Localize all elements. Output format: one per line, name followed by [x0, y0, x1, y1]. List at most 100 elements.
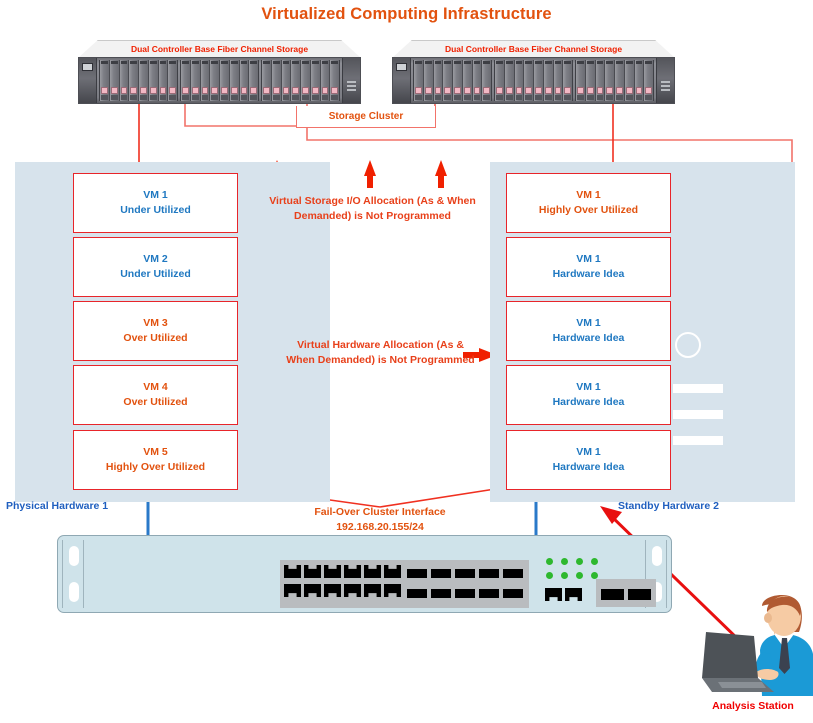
- hardware-allocation-annotation: Virtual Hardware Allocation (As & When D…: [286, 339, 475, 366]
- rj45-port[interactable]: [304, 584, 321, 597]
- rj45-port[interactable]: [284, 584, 301, 597]
- uplink-port[interactable]: [565, 588, 582, 601]
- vm-name: VM 1: [576, 446, 601, 458]
- vm-box-right-4[interactable]: VM 1 Hardware Idea: [506, 365, 671, 425]
- analyst-person-illustration: [702, 595, 813, 696]
- chassis-endcap-left: [393, 58, 411, 103]
- drive-slot: [291, 60, 301, 101]
- storage-array-right-banner: Dual Controller Base Fiber Channel Stora…: [392, 40, 675, 58]
- vm-box-right-2[interactable]: VM 1 Hardware Idea: [506, 237, 671, 297]
- rj45-port[interactable]: [324, 565, 341, 578]
- drive-slot: [320, 60, 331, 101]
- chassis-slot: [673, 410, 723, 419]
- rj45-port[interactable]: [344, 584, 361, 597]
- drive-slot: [433, 60, 444, 101]
- sfp-port-row-top[interactable]: [407, 569, 523, 578]
- sfp-port[interactable]: [407, 569, 427, 578]
- chassis-vent-bars: [347, 81, 356, 93]
- chassis-endcap-right: [342, 58, 360, 103]
- sfp-port-row-bottom[interactable]: [407, 589, 523, 598]
- network-switch[interactable]: [57, 535, 672, 613]
- vm-box-left-4[interactable]: VM 4 Over Utilized: [73, 365, 238, 425]
- vm-box-right-5[interactable]: VM 1 Hardware Idea: [506, 430, 671, 490]
- drive-slot: [281, 60, 292, 101]
- console-port[interactable]: [601, 589, 624, 600]
- sfp-port[interactable]: [503, 569, 523, 578]
- sfp-port[interactable]: [479, 569, 499, 578]
- vm-name: VM 1: [576, 253, 601, 265]
- sfp-port[interactable]: [479, 589, 499, 598]
- status-led-row-top: [546, 558, 598, 565]
- chassis-dial-icon: [675, 332, 701, 358]
- drive-bay-group: [575, 60, 654, 101]
- uplink-port[interactable]: [545, 588, 562, 601]
- console-port[interactable]: [628, 589, 651, 600]
- vm-status: Hardware Idea: [552, 332, 625, 344]
- drive-slot: [644, 60, 653, 101]
- sfp-port[interactable]: [407, 589, 427, 598]
- rj45-port[interactable]: [364, 584, 381, 597]
- rack-ear-left: [62, 540, 84, 608]
- vm-box-left-1[interactable]: VM 1 Under Utilized: [73, 173, 238, 233]
- sfp-port-block: [403, 560, 529, 608]
- storage-io-annotation: Virtual Storage I/O Allocation (As & Whe…: [269, 195, 476, 222]
- console-port-row[interactable]: [601, 589, 651, 600]
- drive-bay-group: [261, 60, 340, 101]
- uplink-port-row[interactable]: [545, 588, 582, 601]
- drive-bays: [411, 58, 656, 103]
- drive-slot: [553, 60, 564, 101]
- physical-hardware-1-label: Physical Hardware 1: [6, 500, 109, 512]
- drive-slot: [534, 60, 544, 101]
- chassis-endcap-left: [79, 58, 97, 103]
- drive-slot: [514, 60, 525, 101]
- rj45-port[interactable]: [384, 584, 401, 597]
- rj45-port[interactable]: [384, 565, 401, 578]
- drive-slot: [605, 60, 615, 101]
- sfp-port[interactable]: [455, 569, 475, 578]
- drive-slot: [271, 60, 282, 101]
- rj45-port-row-top[interactable]: [284, 565, 401, 578]
- drive-bay-group: [99, 60, 178, 101]
- rj45-port[interactable]: [344, 565, 361, 578]
- vm-name: VM 1: [576, 381, 601, 393]
- rj45-port[interactable]: [364, 565, 381, 578]
- sfp-port[interactable]: [455, 589, 475, 598]
- sfp-port[interactable]: [431, 589, 451, 598]
- drive-bays: [97, 58, 342, 103]
- status-led: [546, 558, 553, 565]
- vm-status: Over Utilized: [123, 332, 188, 344]
- drive-slot: [139, 60, 149, 101]
- vm-status: Highly Over Utilized: [105, 461, 206, 473]
- vm-name: VM 4: [143, 381, 168, 393]
- vm-box-right-1[interactable]: VM 1 Highly Over Utilized: [506, 173, 671, 233]
- drive-slot: [310, 60, 321, 101]
- sfp-port[interactable]: [431, 569, 451, 578]
- drive-slot: [585, 60, 596, 101]
- drive-bay-group: [494, 60, 573, 101]
- failover-title: Fail-Over Cluster Interface: [314, 506, 446, 518]
- vm-status: Highly Over Utilized: [538, 204, 639, 216]
- storage-array-right-chassis: [392, 57, 675, 104]
- vm-status: Under Utilized: [120, 268, 191, 280]
- drive-slot: [495, 60, 505, 101]
- drive-slot: [414, 60, 424, 101]
- rj45-port[interactable]: [324, 584, 341, 597]
- drive-slot: [453, 60, 463, 101]
- drive-slot: [262, 60, 272, 101]
- status-led-row-bottom: [546, 572, 598, 579]
- vm-box-left-5[interactable]: VM 5 Highly Over Utilized: [73, 430, 238, 490]
- drive-slot: [129, 60, 139, 101]
- vm-box-left-2[interactable]: VM 2 Under Utilized: [73, 237, 238, 297]
- vm-box-left-3[interactable]: VM 3 Over Utilized: [73, 301, 238, 361]
- chassis-endcap-right: [656, 58, 674, 103]
- vm-box-right-3[interactable]: VM 1 Hardware Idea: [506, 301, 671, 361]
- vm-name: VM 2: [143, 253, 168, 265]
- rj45-port[interactable]: [304, 565, 321, 578]
- rj45-port[interactable]: [284, 565, 301, 578]
- sfp-port[interactable]: [503, 589, 523, 598]
- vm-name: VM 5: [143, 446, 168, 458]
- rj45-port-row-bottom[interactable]: [284, 584, 401, 597]
- drive-slot: [109, 60, 120, 101]
- vm-status: Under Utilized: [120, 204, 191, 216]
- vm-status: Hardware Idea: [552, 396, 625, 408]
